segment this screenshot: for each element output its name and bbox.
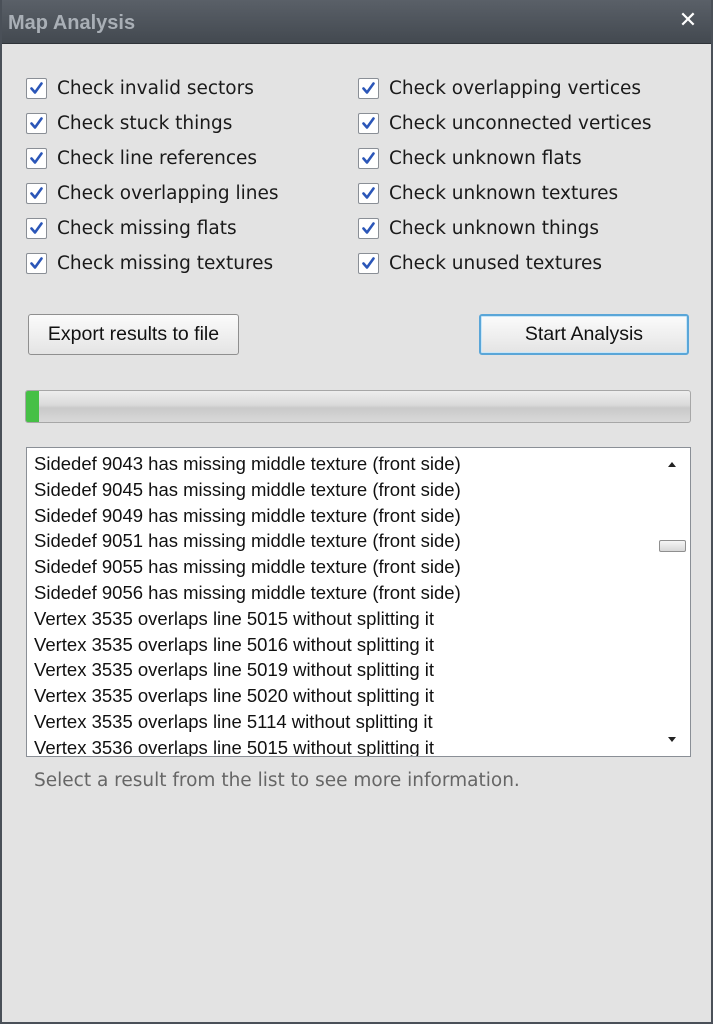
- checkbox-box[interactable]: [26, 77, 47, 99]
- checkbox-label: Check unknown textures: [389, 182, 619, 204]
- checkmark-icon: [362, 116, 375, 129]
- left-checkbox-6[interactable]: Check missing textures: [26, 250, 273, 276]
- checkmark-icon: [30, 116, 43, 129]
- checkbox-label: Check stuck things: [57, 112, 233, 134]
- checkbox-label: Check line references: [57, 147, 258, 169]
- scroll-up-arrow-icon[interactable]: [665, 458, 679, 472]
- checkbox-box[interactable]: [358, 252, 379, 274]
- list-item[interactable]: Sidedef 9051 has missing middle texture …: [27, 528, 656, 554]
- checkmark-icon: [362, 186, 375, 199]
- scroll-down-arrow-icon[interactable]: [665, 732, 679, 746]
- checkbox-box[interactable]: [358, 77, 379, 99]
- left-checkbox-2[interactable]: Check stuck things: [26, 110, 232, 136]
- info-hint-text: Select a result from the list to see mor…: [34, 770, 520, 791]
- checkbox-label: Check unknown things: [389, 217, 599, 239]
- map-analysis-window: Map Analysis ✕ Check invalid sectors Chec…: [0, 0, 713, 1024]
- list-item[interactable]: Vertex 3535 overlaps line 5019 without s…: [27, 657, 656, 683]
- start-analysis-button[interactable]: Start Analysis: [479, 314, 689, 355]
- checkbox-box[interactable]: [358, 147, 379, 169]
- list-item[interactable]: Sidedef 9043 has missing middle texture …: [27, 451, 656, 477]
- list-item[interactable]: Vertex 3536 overlaps line 5015 without s…: [27, 735, 656, 756]
- checkmark-icon: [30, 81, 43, 94]
- checkbox-label: Check overlapping lines: [57, 182, 279, 204]
- right-checkbox-2[interactable]: Check unconnected vertices: [358, 110, 652, 136]
- results-list-items: Sidedef 9043 has missing middle texture …: [27, 451, 656, 756]
- checkbox-box[interactable]: [26, 112, 47, 134]
- left-checkbox-3[interactable]: Check line references: [26, 145, 257, 171]
- checkbox-box[interactable]: [358, 182, 379, 204]
- checkmark-icon: [30, 151, 43, 164]
- checkbox-label: Check missing flats: [57, 217, 237, 239]
- right-checkbox-1[interactable]: Check overlapping vertices: [358, 75, 641, 101]
- right-checkbox-3[interactable]: Check unknown flats: [358, 145, 582, 171]
- export-results-button[interactable]: Export results to file: [28, 314, 239, 355]
- list-item[interactable]: Sidedef 9045 has missing middle texture …: [27, 477, 656, 503]
- checkmark-icon: [362, 81, 375, 94]
- checkbox-box[interactable]: [26, 217, 47, 239]
- checkbox-label: Check invalid sectors: [57, 77, 254, 99]
- checkbox-box[interactable]: [26, 147, 47, 169]
- checkmark-icon: [362, 151, 375, 164]
- list-item[interactable]: Vertex 3535 overlaps line 5015 without s…: [27, 606, 656, 632]
- results-list[interactable]: Sidedef 9043 has missing middle texture …: [26, 447, 691, 757]
- left-checkbox-5[interactable]: Check missing flats: [26, 215, 237, 241]
- window-title: Map Analysis: [8, 12, 136, 34]
- title-bar[interactable]: Map Analysis ✕: [2, 0, 711, 44]
- progress-bar: [25, 390, 691, 423]
- checkbox-box[interactable]: [358, 112, 379, 134]
- list-item[interactable]: Sidedef 9049 has missing middle texture …: [27, 503, 656, 529]
- progress-fill: [26, 391, 40, 422]
- scrollbar-thumb[interactable]: [659, 540, 686, 552]
- list-item[interactable]: Vertex 3535 overlaps line 5114 without s…: [27, 709, 656, 735]
- checkbox-label: Check overlapping vertices: [389, 77, 642, 99]
- checkbox-box[interactable]: [26, 182, 47, 204]
- checkbox-label: Check unknown flats: [389, 147, 582, 169]
- checkbox-label: Check unused textures: [389, 252, 603, 274]
- checkmark-icon: [30, 256, 43, 269]
- left-checkbox-1[interactable]: Check invalid sectors: [26, 75, 254, 101]
- checkmark-icon: [30, 221, 43, 234]
- checkmark-icon: [362, 256, 375, 269]
- checkmark-icon: [362, 221, 375, 234]
- checkmark-icon: [30, 186, 43, 199]
- left-checkbox-4[interactable]: Check overlapping lines: [26, 180, 279, 206]
- results-scrollbar[interactable]: [656, 448, 690, 756]
- close-icon[interactable]: ✕: [675, 7, 701, 35]
- list-item[interactable]: Sidedef 9056 has missing middle texture …: [27, 580, 656, 606]
- checkbox-box[interactable]: [358, 217, 379, 239]
- checkbox-box[interactable]: [26, 252, 47, 274]
- checkbox-label: Check missing textures: [57, 252, 274, 274]
- right-checkbox-4[interactable]: Check unknown textures: [358, 180, 618, 206]
- list-item[interactable]: Vertex 3535 overlaps line 5016 without s…: [27, 632, 656, 658]
- right-checkbox-5[interactable]: Check unknown things: [358, 215, 599, 241]
- checkbox-label: Check unconnected vertices: [389, 112, 652, 134]
- right-checkbox-6[interactable]: Check unused textures: [358, 250, 602, 276]
- list-item[interactable]: Vertex 3535 overlaps line 5020 without s…: [27, 683, 656, 709]
- list-item[interactable]: Sidedef 9055 has missing middle texture …: [27, 554, 656, 580]
